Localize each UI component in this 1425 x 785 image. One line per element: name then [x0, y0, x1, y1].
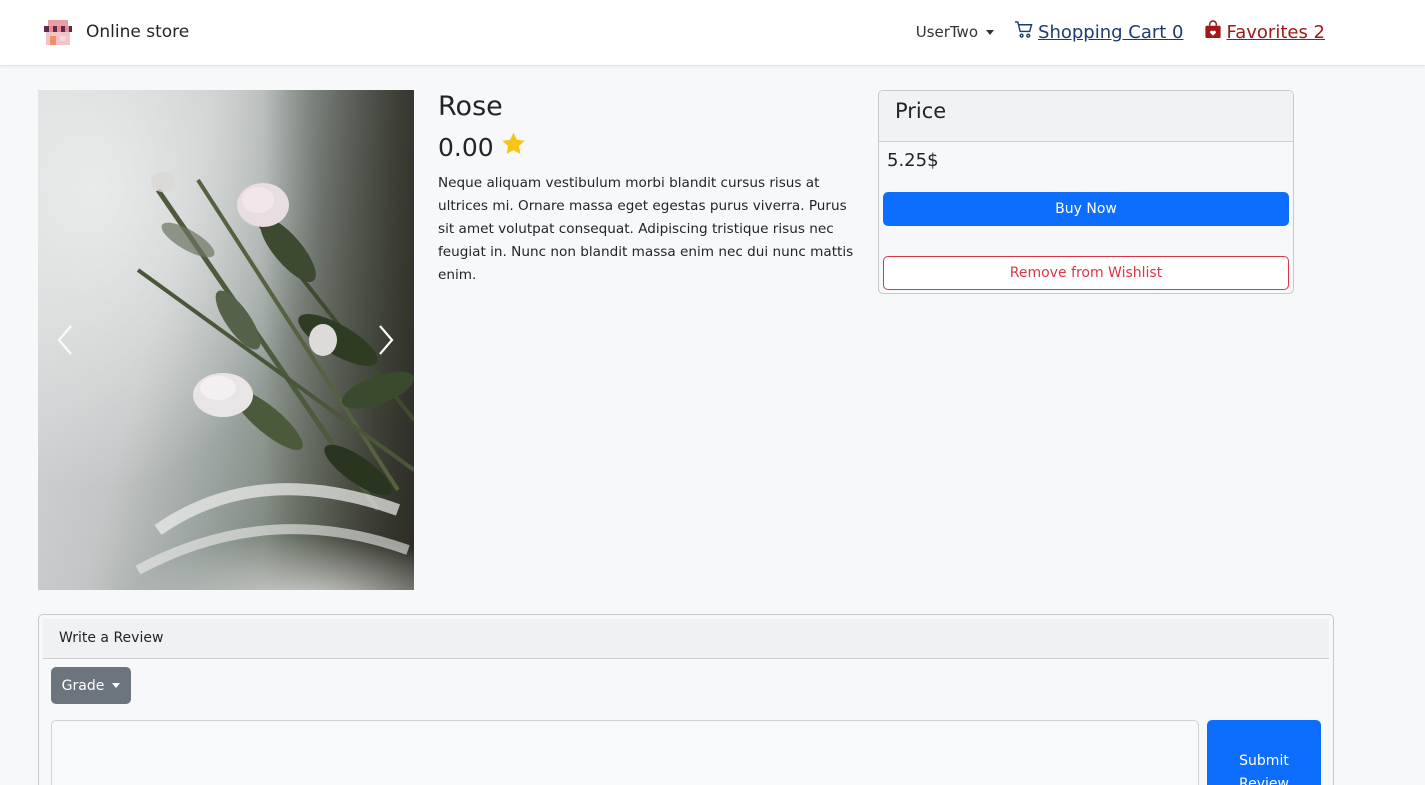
buy-now-button[interactable]: Buy Now — [883, 192, 1289, 226]
nav-right: UserTwo Shopping Cart 0 Favorites 2 — [916, 20, 1325, 44]
caret-down-icon — [112, 683, 121, 688]
grade-label: Grade — [61, 677, 105, 694]
submit-review-button[interactable]: Submit Review — [1207, 720, 1321, 785]
star-icon — [500, 131, 527, 163]
remove-from-wishlist-button[interactable]: Remove from Wishlist — [883, 256, 1289, 290]
favorites-label: Favorites 2 — [1226, 21, 1325, 43]
carousel-next-button[interactable] — [370, 320, 400, 360]
favorites-link[interactable]: Favorites 2 — [1204, 20, 1325, 44]
price-card-header: Price — [879, 91, 1293, 142]
chevron-right-icon — [370, 325, 400, 364]
product-rating: 0.00 — [438, 131, 527, 163]
price-card: Price 5.25$ Buy Now Remove from Wishlist — [878, 90, 1294, 294]
user-name: UserTwo — [915, 23, 979, 41]
product-description: Neque aliquam vestibulum morbi blandit c… — [438, 175, 854, 283]
cart-icon — [1014, 20, 1033, 44]
store-icon — [42, 17, 74, 47]
product-photo — [38, 90, 414, 590]
carousel-prev-button[interactable] — [51, 320, 81, 360]
review-card: Write a Review Grade Submit Review — [38, 614, 1334, 785]
navbar: Online store UserTwo Shopping Cart 0 Fav… — [0, 0, 1425, 66]
rating-value: 0.00 — [438, 132, 494, 162]
caret-down-icon — [986, 29, 995, 35]
product-title: Rose — [438, 91, 503, 122]
brand-name: Online store — [86, 22, 190, 42]
review-textarea[interactable] — [51, 720, 1199, 785]
cart-label: Shopping Cart 0 — [1038, 21, 1184, 43]
bag-heart-icon — [1204, 20, 1222, 44]
price-value: 5.25$ — [887, 150, 939, 171]
user-dropdown[interactable]: UserTwo — [915, 23, 995, 41]
brand[interactable]: Online store — [42, 17, 189, 47]
grade-dropdown-button[interactable]: Grade — [51, 667, 131, 704]
shopping-cart-link[interactable]: Shopping Cart 0 — [1014, 20, 1184, 44]
chevron-left-icon — [51, 325, 81, 364]
review-card-header: Write a Review — [43, 619, 1329, 659]
product-image-carousel — [38, 90, 414, 590]
